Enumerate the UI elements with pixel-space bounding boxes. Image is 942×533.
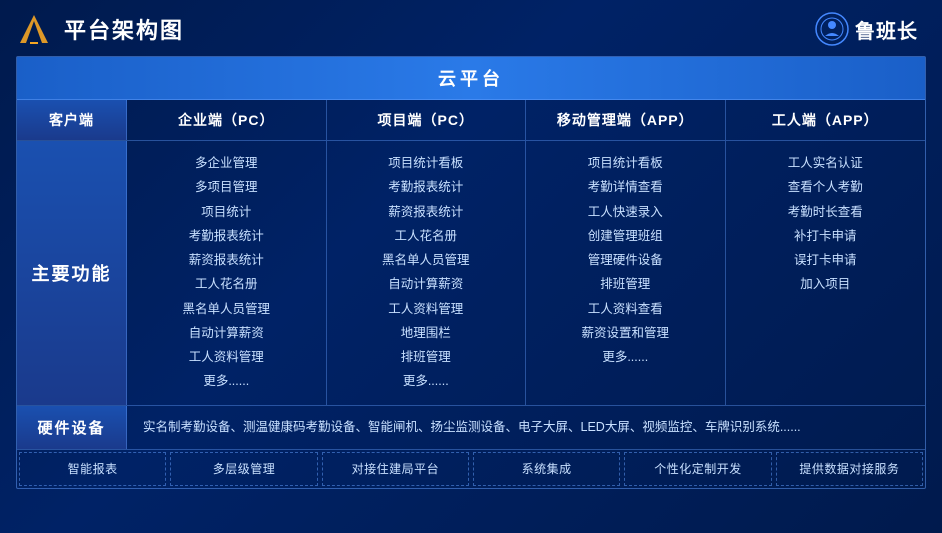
list-item: 考勤报表统计 [189,226,264,247]
list-item: 工人资料管理 [388,299,463,320]
list-item: 地理围栏 [401,323,451,344]
list-item: 管理硬件设备 [588,250,663,271]
list-item: 创建管理班组 [588,226,663,247]
features-row: 智能报表 多层级管理 对接住建局平台 系统集成 个性化定制开发 提供数据对接服务 [17,450,925,488]
list-item: 工人花名册 [195,274,258,295]
col-header-project: 项目端（PC） [327,100,527,140]
list-item: 工人实名认证 [788,153,863,174]
list-item: 自动计算薪资 [388,274,463,295]
project-cell: 项目统计看板 考勤报表统计 薪资报表统计 工人花名册 黑名单人员管理 自动计算薪… [327,141,527,405]
list-item: 自动计算薪资 [189,323,264,344]
col-header-worker: 工人端（APP） [726,100,926,140]
list-item: 黑名单人员管理 [182,299,270,320]
list-item: 工人花名册 [394,226,457,247]
list-item: 薪资报表统计 [189,250,264,271]
list-item: 项目统计看板 [588,153,663,174]
header-left: 平台架构图 [16,11,184,47]
cloud-platform-label: 云平台 [17,57,925,100]
list-item: 考勤报表统计 [388,177,463,198]
brand: 鲁班长 [815,12,918,46]
list-item: 加入项目 [800,274,850,295]
list-item: 更多...... [403,371,449,392]
main-function-label: 主要功能 [17,141,127,405]
list-item: 误打卡申请 [794,250,857,271]
main-function-row: 主要功能 多企业管理 多项目管理 项目统计 考勤报表统计 薪资报表统计 工人花名… [17,141,925,406]
feature-docking: 对接住建局平台 [322,452,469,486]
mobile-cell: 项目统计看板 考勤详情查看 工人快速录入 创建管理班组 管理硬件设备 排班管理 … [526,141,726,405]
hardware-content: 实名制考勤设备、测温健康码考勤设备、智能闸机、扬尘监测设备、电子大屏、LED大屏… [127,406,925,449]
list-item: 考勤时长查看 [788,202,863,223]
logo-icon [16,11,52,47]
list-item: 薪资报表统计 [388,202,463,223]
hardware-row: 硬件设备 实名制考勤设备、测温健康码考勤设备、智能闸机、扬尘监测设备、电子大屏、… [17,406,925,450]
list-item: 薪资设置和管理 [581,323,669,344]
feature-custom-dev: 个性化定制开发 [624,452,771,486]
feature-multilevel: 多层级管理 [170,452,317,486]
list-item: 考勤详情查看 [588,177,663,198]
feature-data-service: 提供数据对接服务 [776,452,923,486]
list-item: 工人资料查看 [588,299,663,320]
column-headers: 客户端 企业端（PC） 项目端（PC） 移动管理端（APP） 工人端（APP） [17,100,925,141]
list-item: 工人资料管理 [189,347,264,368]
main-container: 云平台 客户端 企业端（PC） 项目端（PC） 移动管理端（APP） 工人端（A… [16,56,926,489]
enterprise-cell: 多企业管理 多项目管理 项目统计 考勤报表统计 薪资报表统计 工人花名册 黑名单… [127,141,327,405]
brand-icon [815,12,849,46]
list-item: 多企业管理 [195,153,258,174]
feature-smart-report: 智能报表 [19,452,166,486]
worker-cell: 工人实名认证 查看个人考勤 考勤时长查看 补打卡申请 误打卡申请 加入项目 [726,141,926,405]
list-item: 查看个人考勤 [788,177,863,198]
list-item: 多项目管理 [195,177,258,198]
list-item: 工人快速录入 [588,202,663,223]
header: 平台架构图 鲁班长 [0,0,942,56]
list-item: 排班管理 [600,274,650,295]
list-item: 更多...... [203,371,249,392]
brand-name: 鲁班长 [855,15,918,44]
list-item: 黑名单人员管理 [382,250,470,271]
col-header-enterprise: 企业端（PC） [127,100,327,140]
col-header-mobile: 移动管理端（APP） [526,100,726,140]
feature-integration: 系统集成 [473,452,620,486]
list-item: 排班管理 [401,347,451,368]
list-item: 补打卡申请 [794,226,857,247]
list-item: 项目统计看板 [388,153,463,174]
page-title: 平台架构图 [64,13,184,45]
hardware-label: 硬件设备 [17,406,127,449]
col-header-client: 客户端 [17,100,127,140]
list-item: 项目统计 [201,202,251,223]
list-item: 更多...... [602,347,648,368]
